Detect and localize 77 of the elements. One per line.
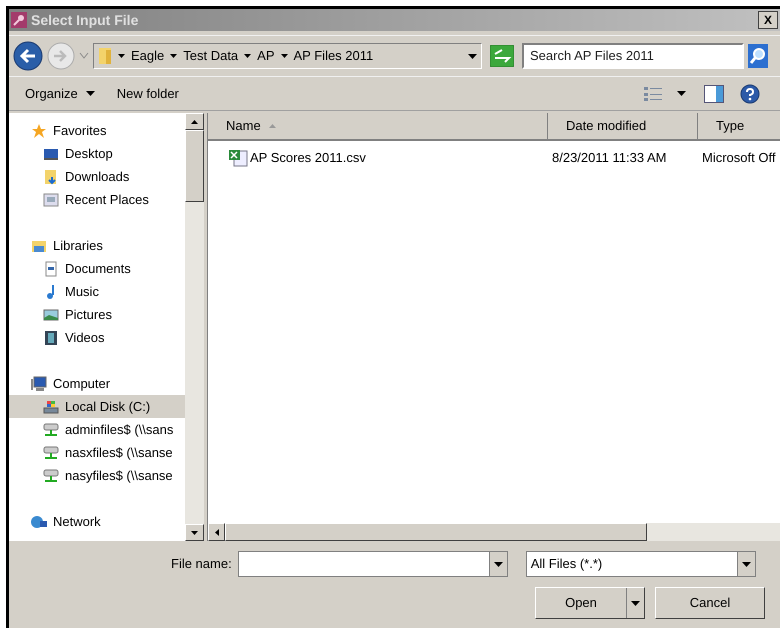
folder-icon xyxy=(98,47,112,65)
date-modified: 8/23/2011 11:33 AM xyxy=(552,150,666,166)
window-title: Select Input File xyxy=(31,10,138,30)
scroll-left-button[interactable] xyxy=(208,523,225,541)
computer-icon xyxy=(31,376,47,392)
left-arrow-icon xyxy=(214,528,218,536)
open-button[interactable]: Open xyxy=(536,588,626,618)
sidebar-item[interactable]: Pictures xyxy=(9,303,185,326)
scroll-thumb[interactable] xyxy=(185,130,204,202)
file-name-label: File name: xyxy=(171,555,232,574)
picture-icon xyxy=(43,306,59,322)
sidebar-item[interactable]: nasxfiles$ (\\sanse xyxy=(9,441,185,464)
column-header[interactable]: Type xyxy=(698,113,780,139)
search-field[interactable]: Search AP Files 2011 xyxy=(522,43,744,69)
close-button[interactable]: X xyxy=(758,11,778,29)
breadcrumb[interactable]: AP Files 2011 xyxy=(294,46,374,66)
open-split-button[interactable]: Open xyxy=(535,587,645,619)
sidebar-item[interactable]: Videos xyxy=(9,326,185,349)
dropdown-arrow-icon[interactable] xyxy=(494,562,503,566)
sidebar-item[interactable]: nasyfiles$ (\\sanse xyxy=(9,464,185,487)
breadcrumb[interactable]: Test Data xyxy=(183,46,238,66)
window-icon xyxy=(43,192,59,208)
drive-icon xyxy=(43,398,59,414)
column-header[interactable]: Name xyxy=(208,113,548,139)
file-type: Microsoft Off xyxy=(702,150,776,166)
back-icon[interactable] xyxy=(13,41,43,71)
film-icon xyxy=(43,330,59,346)
breadcrumb-arrow-icon xyxy=(280,54,288,58)
sort-ascending-icon xyxy=(268,124,276,128)
sidebar-item[interactable]: Network xyxy=(9,510,185,533)
vertical-scrollbar[interactable] xyxy=(185,113,204,541)
sidebar-item[interactable]: Downloads xyxy=(9,165,185,188)
network-drive-icon xyxy=(43,444,59,460)
refresh-icon[interactable] xyxy=(490,45,514,67)
address-bar[interactable]: Eagle Test Data AP AP Files 2011 xyxy=(93,43,482,69)
scroll-thumb[interactable] xyxy=(225,523,647,541)
horizontal-scrollbar[interactable] xyxy=(208,523,780,541)
breadcrumb-arrow-icon xyxy=(170,54,178,58)
dropdown-arrow-icon xyxy=(86,91,95,96)
organize-button[interactable]: Organize xyxy=(23,84,97,104)
file-name-field[interactable] xyxy=(238,551,508,577)
network-drive-icon xyxy=(43,422,59,438)
sidebar-item[interactable]: adminfiles$ (\\sans xyxy=(9,418,185,441)
breadcrumb[interactable]: Eagle xyxy=(131,46,164,66)
up-arrow-icon xyxy=(191,120,198,124)
scroll-up-button[interactable] xyxy=(185,113,204,130)
sidebar-item[interactable]: Recent Places xyxy=(9,188,185,211)
dropdown-arrow-icon[interactable] xyxy=(631,600,640,606)
folder-icon xyxy=(43,168,59,184)
dropdown-arrow-icon[interactable] xyxy=(468,54,477,58)
sidebar-item[interactable]: Favorites xyxy=(9,119,185,142)
breadcrumb-arrow-icon xyxy=(118,54,125,58)
network-drive-icon xyxy=(43,468,59,484)
column-header[interactable]: Date modified xyxy=(548,113,698,139)
file-name[interactable]: AP Scores 2011.csv xyxy=(250,148,366,168)
dropdown-arrow-icon[interactable] xyxy=(677,91,686,96)
breadcrumb-arrow-icon xyxy=(244,54,252,58)
down-arrow-icon xyxy=(191,530,198,534)
document-icon xyxy=(43,260,59,276)
key-icon xyxy=(11,12,27,28)
sidebar-item[interactable]: Local Disk (C:) xyxy=(9,395,185,418)
file-type-dropdown[interactable]: All Files (*.*) xyxy=(526,551,756,577)
sidebar-item[interactable]: Desktop xyxy=(9,142,185,165)
spreadsheet-file-icon xyxy=(228,149,248,167)
help-icon[interactable] xyxy=(740,84,760,104)
new-folder-button[interactable]: New folder xyxy=(114,84,181,104)
scroll-down-button[interactable] xyxy=(185,524,204,541)
globe-icon xyxy=(31,514,47,530)
star-icon xyxy=(31,122,47,138)
breadcrumb[interactable]: AP xyxy=(257,46,275,66)
preview-pane-icon[interactable] xyxy=(704,84,724,102)
sidebar-item[interactable]: Libraries xyxy=(9,234,185,257)
search-icon[interactable] xyxy=(748,44,768,68)
sidebar-item[interactable]: Documents xyxy=(9,257,185,280)
sidebar-item[interactable]: Computer xyxy=(9,372,185,395)
sidebar-item[interactable]: Music xyxy=(9,280,185,303)
cancel-button[interactable]: Cancel xyxy=(655,587,765,619)
